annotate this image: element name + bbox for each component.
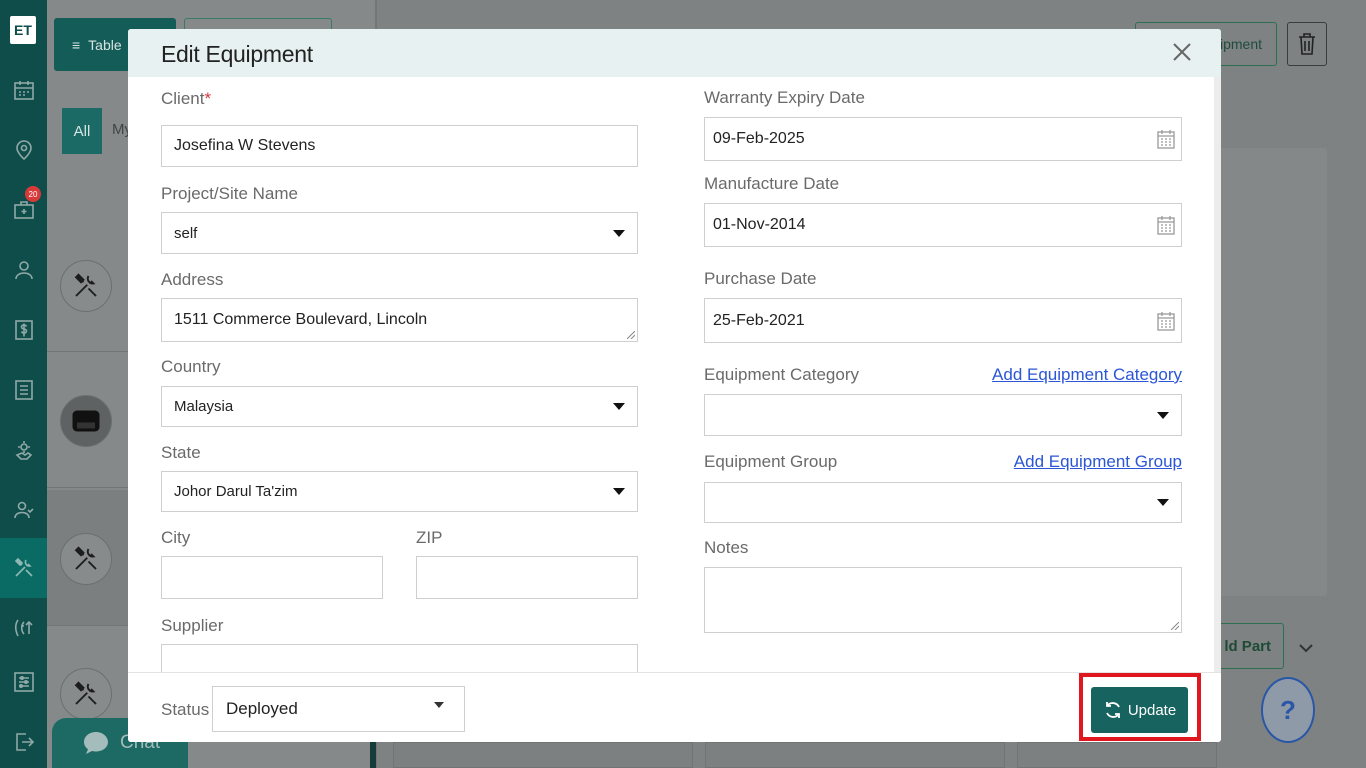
warranty-expiry-label: Warranty Expiry Date	[704, 88, 865, 107]
status-value: Deployed	[226, 699, 298, 718]
warranty-expiry-value: 09-Feb-2025	[713, 130, 805, 147]
country-value: Malaysia	[174, 398, 234, 415]
users-icon[interactable]	[0, 480, 47, 540]
update-button[interactable]: Update	[1091, 687, 1188, 733]
purchase-date-label: Purchase Date	[704, 269, 817, 288]
sliders-icon[interactable]	[0, 652, 47, 712]
chat-bubble-icon	[84, 732, 108, 754]
settings-hand-icon[interactable]	[0, 420, 47, 480]
city-input[interactable]	[161, 556, 383, 599]
status-select[interactable]: Deployed	[212, 686, 465, 732]
caret-down-icon	[1157, 499, 1169, 506]
trash-icon	[1299, 33, 1315, 55]
tools-icon[interactable]	[0, 538, 47, 598]
notification-badge: 20	[25, 186, 41, 202]
caret-down-icon	[434, 702, 444, 708]
equipment-group-label: Equipment Group	[704, 452, 838, 471]
client-value: Josefina W Stevens	[174, 137, 316, 154]
supplier-label: Supplier	[161, 616, 224, 635]
help-button[interactable]: ?	[1261, 677, 1315, 743]
caret-down-icon	[613, 229, 625, 237]
purchase-date-value: 25-Feb-2021	[713, 311, 805, 329]
zip-label: ZIP	[416, 528, 443, 547]
list-footer-strip	[370, 740, 376, 768]
project-site-select[interactable]: self	[161, 212, 638, 254]
manufacture-date-label: Manufacture Date	[704, 174, 840, 193]
manufacture-date-value: 01-Nov-2014	[713, 216, 806, 233]
state-label: State	[161, 443, 201, 462]
delete-button[interactable]	[1287, 22, 1327, 66]
tools-avatar-icon	[60, 668, 112, 720]
equipment-category-label: Equipment Category	[704, 365, 859, 384]
equipment-group-select[interactable]	[704, 482, 1182, 523]
country-select[interactable]: Malaysia	[161, 386, 638, 427]
handshake-icon[interactable]	[0, 598, 47, 658]
purchase-date-input[interactable]: 25-Feb-2021	[704, 298, 1182, 343]
address-label: Address	[161, 270, 224, 289]
state-select[interactable]: Johor Darul Ta'zim	[161, 471, 638, 512]
required-marker: *	[204, 89, 212, 108]
bottom-card	[1017, 742, 1217, 768]
tools-avatar-icon	[60, 533, 112, 585]
map-pin-icon[interactable]	[0, 120, 47, 180]
add-equipment-category-link[interactable]: Add Equipment Category	[992, 365, 1182, 385]
calendar-icon[interactable]	[1157, 215, 1175, 235]
city-label: City	[161, 528, 191, 547]
client-field[interactable]: Josefina W Stevens	[161, 125, 638, 167]
briefcase-icon[interactable]	[0, 180, 47, 240]
equipment-photo	[60, 395, 112, 447]
country-label: Country	[161, 357, 221, 376]
list-icon[interactable]	[0, 360, 47, 420]
filter-lines-icon: ≡	[72, 36, 81, 53]
add-equipment-group-link[interactable]: Add Equipment Group	[1014, 452, 1182, 472]
modal-footer: Status Deployed Update	[128, 672, 1221, 742]
close-icon[interactable]	[1168, 39, 1196, 67]
manufacture-date-input[interactable]: 01-Nov-2014	[704, 203, 1182, 247]
logout-icon[interactable]	[0, 712, 47, 768]
chevron-down-icon[interactable]	[1287, 628, 1325, 668]
tab-all[interactable]: All	[62, 108, 102, 154]
caret-down-icon	[613, 403, 625, 410]
calendar-icon[interactable]	[1157, 129, 1175, 149]
zip-input[interactable]	[416, 556, 638, 599]
state-value: Johor Darul Ta'zim	[174, 483, 298, 500]
tools-avatar-icon	[60, 260, 112, 312]
bottom-card	[393, 742, 693, 768]
user-icon[interactable]	[0, 240, 47, 300]
update-label: Update	[1127, 701, 1177, 719]
client-label: Client*	[161, 89, 212, 108]
caret-down-icon	[613, 488, 625, 495]
project-site-value: self	[174, 224, 198, 242]
modal-scrollbar[interactable]	[1214, 77, 1221, 672]
calendar-icon[interactable]	[0, 60, 47, 120]
calendar-icon[interactable]	[1157, 311, 1175, 331]
dollar-icon[interactable]	[0, 300, 47, 360]
bottom-card	[705, 742, 1005, 768]
app-logo: ET	[10, 16, 36, 44]
resize-handle-icon[interactable]	[627, 331, 635, 339]
edit-equipment-modal: Edit Equipment Client* Josefina W Steven…	[128, 29, 1221, 742]
address-textarea[interactable]: 1511 Commerce Boulevard, Lincoln	[161, 298, 638, 342]
refresh-icon	[1105, 702, 1120, 718]
warranty-expiry-input[interactable]: 09-Feb-2025	[704, 117, 1182, 161]
address-value: 1511 Commerce Boulevard, Lincoln	[174, 311, 428, 328]
notes-label: Notes	[704, 538, 749, 557]
status-label: Status	[161, 700, 210, 719]
sidebar: ET 20	[0, 0, 47, 768]
resize-handle-icon[interactable]	[1171, 622, 1179, 630]
equipment-category-select[interactable]	[704, 394, 1182, 436]
project-site-label: Project/Site Name	[161, 184, 298, 203]
modal-header: Edit Equipment	[128, 29, 1221, 77]
notes-textarea[interactable]	[704, 567, 1182, 633]
modal-title: Edit Equipment	[161, 41, 313, 67]
caret-down-icon	[1157, 411, 1169, 419]
